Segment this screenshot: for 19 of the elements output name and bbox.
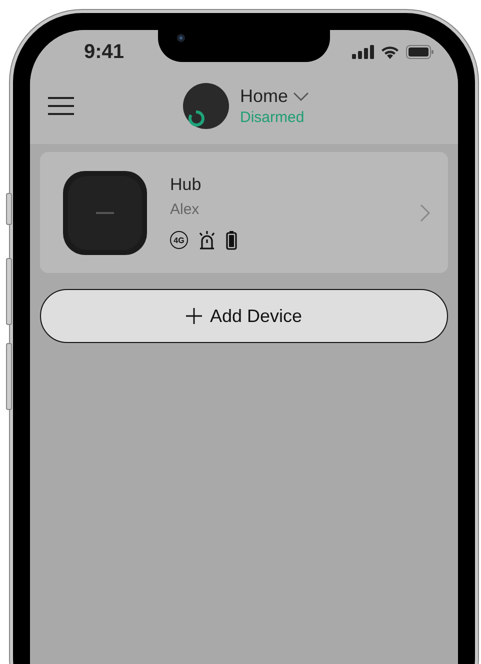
plus-icon	[186, 308, 202, 324]
status-time: 9:41	[84, 40, 124, 64]
siren-icon	[198, 230, 216, 250]
battery-icon	[226, 230, 237, 250]
camera-icon	[176, 33, 186, 43]
device-card[interactable]: Hub Alex 4G	[40, 152, 448, 273]
wifi-icon	[380, 45, 400, 59]
chevron-down-icon	[293, 92, 310, 101]
hub-selector[interactable]: Home	[240, 86, 310, 107]
signal-icon	[352, 45, 374, 59]
menu-icon[interactable]	[48, 97, 74, 115]
security-status: Disarmed	[240, 109, 306, 126]
cellular-badge: 4G	[170, 231, 188, 249]
chevron-right-icon	[420, 204, 430, 222]
device-owner: Alex	[170, 201, 200, 218]
battery-icon	[406, 45, 434, 59]
hub-avatar-icon	[182, 82, 230, 130]
add-device-button[interactable]: Add Device	[40, 289, 448, 343]
device-name: Hub	[170, 175, 202, 195]
